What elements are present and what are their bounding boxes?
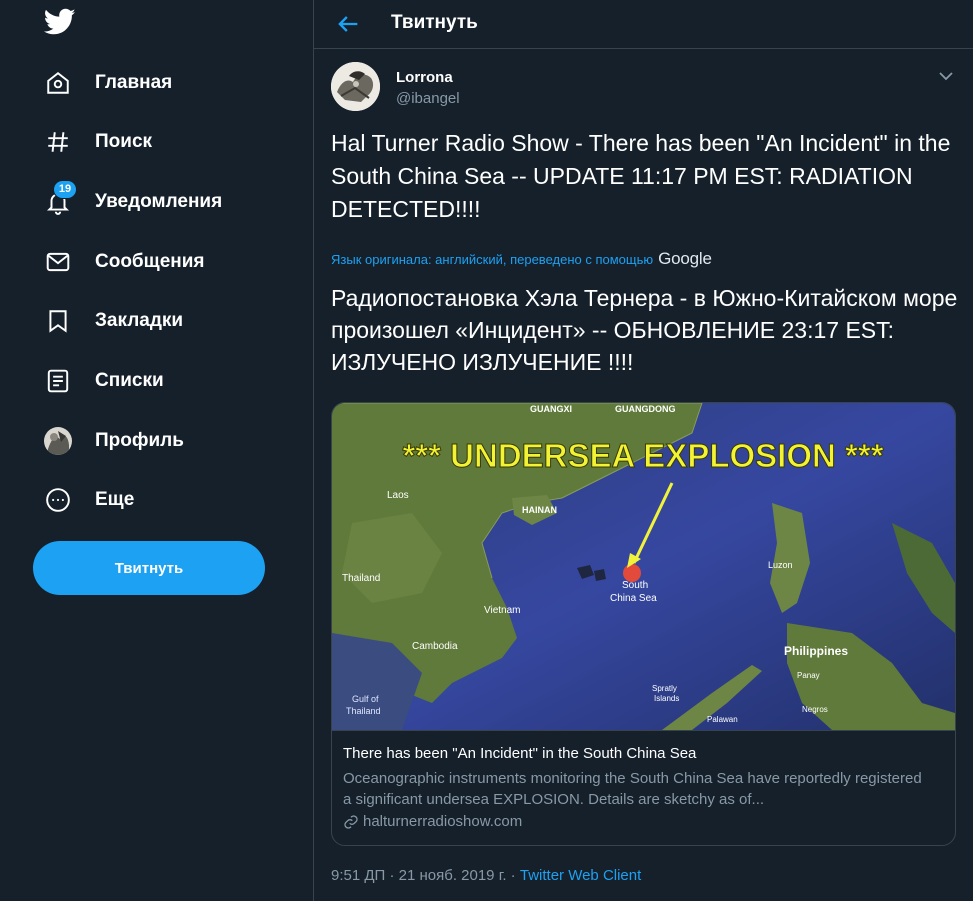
tweet-timestamp[interactable]: 9:51 ДП · 21 нояб. 2019 г. bbox=[331, 867, 507, 884]
translation-attribution: Язык оригинала: английский, переведено с… bbox=[331, 249, 712, 269]
sidebar-item-label: Профиль bbox=[95, 430, 184, 451]
sidebar-item-more[interactable]: Еще bbox=[44, 480, 134, 520]
map-label: Negros bbox=[802, 705, 828, 714]
page-title: Твитнуть bbox=[391, 12, 478, 33]
sidebar-item-bookmarks[interactable]: Закладки bbox=[44, 301, 183, 341]
link-icon bbox=[343, 814, 359, 830]
compose-tweet-button[interactable]: Твитнуть bbox=[33, 541, 265, 595]
card-description: Oceanographic instruments monitoring the… bbox=[343, 770, 922, 808]
map-label: Gulf of bbox=[352, 694, 379, 704]
envelope-icon bbox=[44, 248, 72, 276]
map-label: South bbox=[622, 580, 648, 591]
sidebar-item-label: Списки bbox=[95, 370, 164, 391]
tweet-meta: 9:51 ДП · 21 нояб. 2019 г. · Twitter Web… bbox=[331, 867, 641, 884]
map-label: Luzon bbox=[768, 560, 793, 570]
profile-avatar-wrap bbox=[44, 427, 72, 455]
meta-separator: · bbox=[506, 867, 520, 884]
sidebar-item-label: Главная bbox=[95, 72, 173, 93]
map-label: China Sea bbox=[610, 593, 657, 604]
card-body: There has been "An Incident" in the Sout… bbox=[332, 730, 955, 845]
map-label: Spratly bbox=[652, 684, 677, 693]
sidebar-item-lists[interactable]: Списки bbox=[44, 361, 164, 401]
map-label: GUANGXI bbox=[530, 404, 572, 414]
card-title: There has been "An Incident" in the Sout… bbox=[343, 745, 697, 762]
link-preview-card[interactable]: *** UNDERSEA EXPLOSION *** GUANGXI GUANG… bbox=[331, 402, 956, 846]
card-domain-text: halturnerradioshow.com bbox=[363, 813, 523, 830]
card-domain: halturnerradioshow.com bbox=[343, 813, 522, 830]
map-label: Laos bbox=[387, 490, 409, 501]
sidebar: Главная Поиск 19 Уведомления Сообщения З… bbox=[0, 0, 313, 901]
sidebar-item-notifications[interactable]: 19 Уведомления bbox=[44, 180, 223, 222]
tweet-client-link[interactable]: Twitter Web Client bbox=[520, 867, 641, 884]
list-icon bbox=[44, 367, 72, 395]
map-label: Thailand bbox=[342, 573, 380, 584]
twitter-bird-icon[interactable] bbox=[43, 8, 76, 38]
sidebar-item-messages[interactable]: Сообщения bbox=[44, 242, 205, 282]
bookmark-icon bbox=[44, 307, 72, 335]
chevron-down-icon[interactable] bbox=[936, 68, 956, 84]
card-image: *** UNDERSEA EXPLOSION *** GUANGXI GUANG… bbox=[332, 403, 955, 730]
hashtag-icon bbox=[44, 128, 72, 156]
sidebar-item-label: Сообщения bbox=[95, 251, 205, 272]
avatar bbox=[44, 427, 72, 455]
sidebar-item-label: Еще bbox=[95, 489, 135, 510]
translation-note: Язык оригинала: английский, переведено с… bbox=[331, 251, 654, 267]
sidebar-item-home[interactable]: Главная bbox=[44, 63, 172, 103]
sidebar-item-label: Поиск bbox=[95, 131, 153, 152]
tweet-detail-column: Твитнуть Lorrona @ibangel Hal Turner Rad… bbox=[314, 0, 973, 901]
google-logo: Google bbox=[658, 249, 712, 268]
map-label: Palawan bbox=[707, 715, 738, 724]
author-name[interactable]: Lorrona bbox=[396, 69, 453, 86]
map-label: Philippines bbox=[784, 644, 848, 658]
map-label: Cambodia bbox=[412, 641, 458, 652]
page-header: Твитнуть bbox=[314, 0, 973, 49]
tweet-text: Hal Turner Radio Show - There has been "… bbox=[331, 130, 951, 222]
map-label: Panay bbox=[797, 671, 820, 680]
sidebar-item-profile[interactable]: Профиль bbox=[44, 421, 184, 461]
bell-icon: 19 bbox=[44, 180, 77, 216]
sidebar-item-label: Уведомления bbox=[95, 191, 223, 212]
map-label: HAINAN bbox=[522, 505, 557, 515]
author-handle[interactable]: @ibangel bbox=[396, 90, 460, 107]
map-label: Islands bbox=[654, 694, 679, 703]
author-avatar[interactable] bbox=[331, 62, 380, 111]
back-arrow-icon[interactable] bbox=[334, 10, 362, 38]
translated-tweet-text: Радиопостановка Хэла Тернера - в Южно-Ки… bbox=[331, 285, 958, 375]
sidebar-item-explore[interactable]: Поиск bbox=[44, 122, 152, 162]
home-icon bbox=[44, 69, 72, 97]
notification-badge: 19 bbox=[53, 180, 77, 199]
map-label: Thailand bbox=[346, 706, 381, 716]
card-banner-text: *** UNDERSEA EXPLOSION *** bbox=[402, 437, 883, 474]
map-label: GUANGDONG bbox=[615, 404, 676, 414]
more-circle-icon bbox=[44, 486, 72, 514]
map-label: Vietnam bbox=[484, 605, 521, 616]
sidebar-item-label: Закладки bbox=[95, 310, 184, 331]
